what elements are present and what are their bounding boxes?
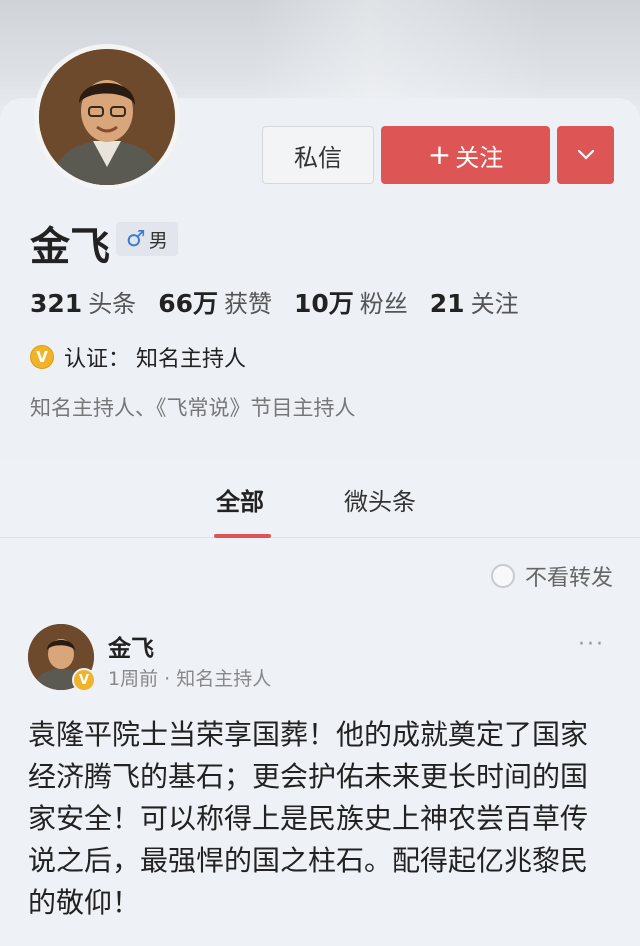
- follow-button-label: 关注: [455, 143, 504, 172]
- profile-avatar[interactable]: [34, 44, 180, 190]
- more-options-button[interactable]: [557, 126, 614, 184]
- stat-label: 头条: [88, 290, 137, 318]
- post-author-name[interactable]: 金飞: [108, 629, 154, 663]
- stat-label: 粉丝: [359, 290, 408, 318]
- stat-likes[interactable]: 66万 获赞: [158, 284, 272, 320]
- profile-name: 金飞: [30, 224, 110, 270]
- hide-reposts-label: 不看转发: [524, 566, 613, 591]
- tab-all[interactable]: 全部: [216, 482, 264, 517]
- stat-following[interactable]: 21 关注: [430, 284, 519, 319]
- message-button[interactable]: 私信: [262, 126, 374, 184]
- plus-icon: +: [427, 138, 452, 171]
- stat-label: 获赞: [223, 290, 272, 318]
- chevron-down-icon: [577, 149, 594, 160]
- verified-v-icon: V: [30, 345, 54, 369]
- radio-icon: [490, 564, 515, 588]
- stat-number: 321: [30, 289, 83, 318]
- tab-micro-posts[interactable]: 微头条: [344, 482, 416, 517]
- gender-label: 男: [148, 229, 168, 252]
- post-body-text[interactable]: 袁隆平院士当荣享国葬！他的成就奠定了国家经济腾飞的基石；更会护佑未来更长时间的国…: [28, 714, 613, 924]
- stat-followers[interactable]: 10万 粉丝: [294, 284, 408, 320]
- person-photo-icon: [39, 49, 175, 185]
- profile-stats: 321 头条 66万 获赞 10万 粉丝 21 关注: [30, 284, 541, 320]
- stat-label: 关注: [470, 290, 519, 318]
- hide-reposts-toggle[interactable]: 不看转发: [490, 560, 613, 592]
- profile-bio: 知名主持人、《飞常说》节目主持人: [30, 396, 356, 420]
- gender-badge: ♂ 男: [116, 222, 178, 256]
- avatar-photo: [39, 49, 175, 185]
- message-button-label: 私信: [294, 143, 342, 172]
- stat-number: 21: [429, 289, 465, 318]
- verified-v-icon: V: [72, 668, 96, 692]
- verification-row: V 认证： 知名主持人: [30, 341, 246, 373]
- verification-prefix: 认证：: [64, 347, 131, 372]
- verification-text: 知名主持人: [136, 347, 247, 372]
- post-author-avatar[interactable]: V: [28, 624, 96, 692]
- post-meta: 1周前 · 知名主持人: [108, 668, 272, 690]
- follow-button[interactable]: + 关注: [381, 126, 550, 184]
- male-icon: ♂: [126, 226, 146, 252]
- post-more-icon[interactable]: ···: [578, 632, 605, 657]
- stat-posts[interactable]: 321 头条: [30, 284, 136, 319]
- stat-number: 10万: [293, 289, 354, 318]
- stat-number: 66万: [158, 289, 218, 318]
- active-tab-indicator: [214, 534, 271, 538]
- content-tabs: 全部 微头条: [0, 460, 640, 538]
